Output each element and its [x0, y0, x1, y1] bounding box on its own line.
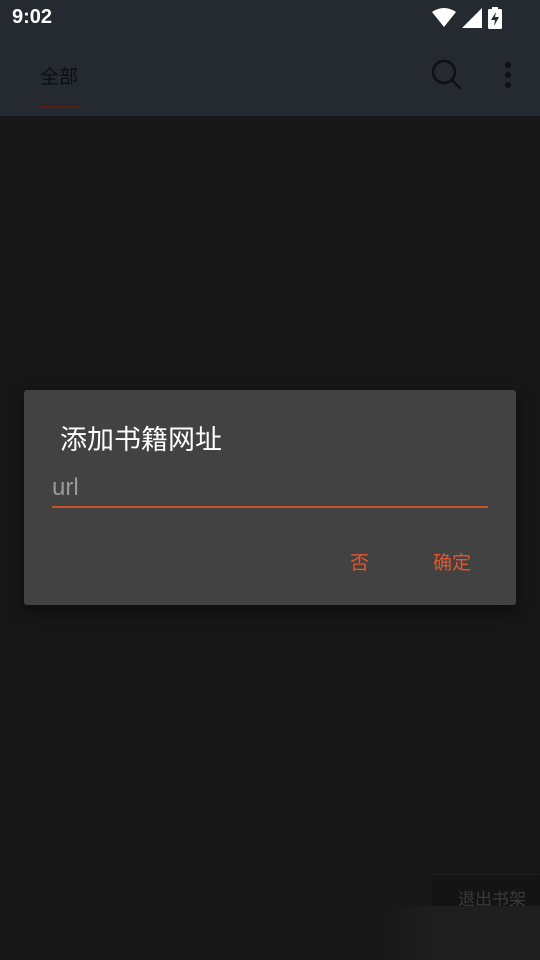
status-bar: 9:02 [0, 0, 540, 36]
signal-icon [462, 8, 482, 28]
tab-all[interactable]: 全部 [40, 62, 78, 89]
search-icon[interactable] [430, 58, 462, 90]
dialog-title: 添加书籍网址 [60, 425, 222, 456]
more-vert-icon[interactable] [498, 60, 518, 90]
url-input[interactable] [52, 470, 488, 508]
confirm-button[interactable]: 确定 [433, 548, 471, 575]
bottom-shadow [380, 906, 540, 960]
status-icons [432, 6, 502, 30]
tab-indicator [40, 106, 80, 108]
status-time: 9:02 [12, 6, 53, 28]
battery-charging-icon [488, 7, 502, 29]
wifi-icon [432, 8, 456, 27]
add-book-url-dialog: 添加书籍网址 否 确定 [24, 390, 516, 605]
screen: 9:02 全部 添加书籍网址 url 否 确定 退出书架 [0, 0, 540, 960]
app-bar: 全部 [0, 36, 540, 116]
cancel-button[interactable]: 否 [350, 548, 369, 575]
